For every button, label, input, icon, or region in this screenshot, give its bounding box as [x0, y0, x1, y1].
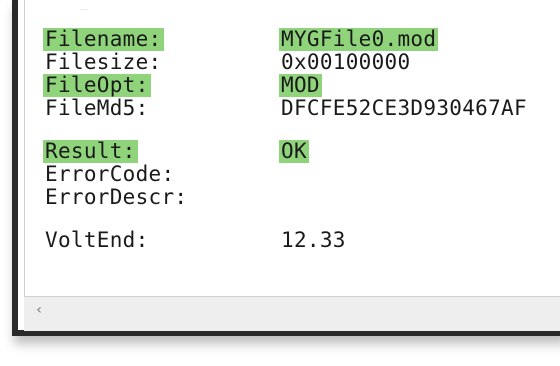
result-value: OK — [279, 139, 309, 163]
clipped-text-fragment: _ — [80, 0, 89, 10]
filename-label: Filename: — [43, 27, 164, 51]
filesize-label: Filesize: — [45, 50, 162, 74]
filesize-value: 0x00100000 — [281, 50, 411, 74]
result-label: Result: — [43, 139, 138, 163]
fileopt-label: FileOpt: — [43, 73, 151, 97]
voltend-value: 12.33 — [281, 228, 346, 252]
photo-frame: _ Filename: MYGFile0.mod Filesize: 0x001… — [0, 0, 560, 366]
filename-value: MYGFile0.mod — [279, 27, 439, 51]
horizontal-scrollbar[interactable]: ‹ — [24, 296, 560, 331]
errorcode-label: ErrorCode: — [45, 162, 175, 186]
voltend-label: VoltEnd: — [45, 228, 149, 252]
errordescr-label: ErrorDescr: — [45, 185, 188, 209]
filemd5-label: FileMd5: — [45, 96, 149, 120]
scroll-left-arrow-icon[interactable]: ‹ — [28, 299, 50, 321]
text-area[interactable]: _ Filename: MYGFile0.mod Filesize: 0x001… — [24, 0, 560, 296]
filemd5-value: DFCFE52CE3D930467AF — [281, 96, 527, 120]
fileopt-value: MOD — [279, 73, 322, 97]
text-window: _ Filename: MYGFile0.mod Filesize: 0x001… — [12, 0, 560, 336]
